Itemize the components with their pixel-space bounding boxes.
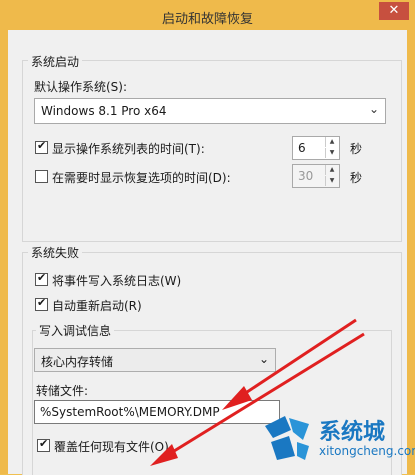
- dialog-window: 启动和故障恢复 ✕ 系统启动 默认操作系统(S): Windows 8.1 Pr…: [0, 0, 415, 475]
- watermark: 系统城 xitongcheng.com: [259, 410, 415, 468]
- watermark-name: 系统城: [319, 420, 386, 445]
- annotation-arrow: [222, 318, 357, 410]
- watermark-url: xitongcheng.com: [319, 444, 415, 458]
- brand-logo-icon: [265, 416, 309, 460]
- annotation-arrows: [150, 318, 365, 466]
